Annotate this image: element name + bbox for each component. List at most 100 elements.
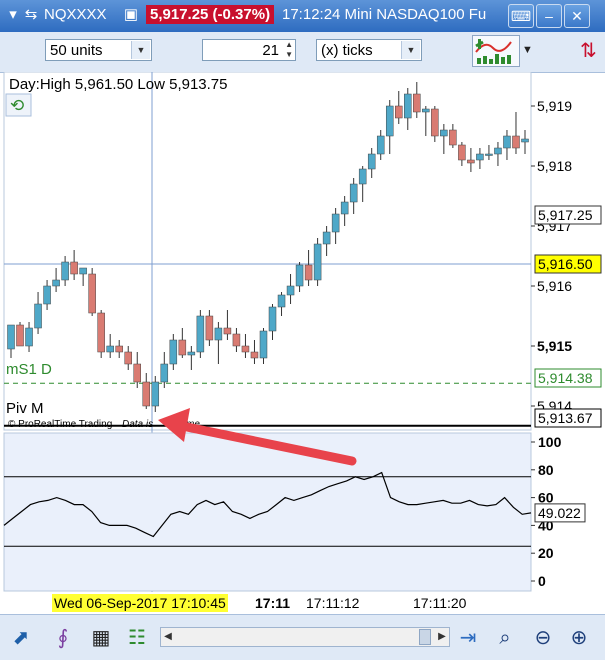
- units-select[interactable]: 50 units ▼: [45, 39, 152, 61]
- candle-body: [376, 135, 385, 155]
- price-tick-label: 5,919: [537, 98, 572, 114]
- candle-body: [521, 138, 529, 143]
- refresh-button[interactable]: ⟲: [5, 93, 32, 117]
- chart-tools-icon[interactable]: ⬈: [8, 625, 34, 651]
- candle-body: [88, 273, 96, 314]
- candle-body: [331, 213, 340, 233]
- chart-toolbar: 50 units ▼ 21 ▲ ▼ (x) ticks ▼ ▼ ⇅: [0, 32, 605, 73]
- candle-body: [223, 327, 232, 335]
- horizontal-scrollbar[interactable]: ◀ ▶: [160, 627, 450, 647]
- info-icon[interactable]: ▣: [122, 6, 140, 24]
- spinner-icon[interactable]: ▲ ▼: [285, 40, 293, 60]
- badge-ms1: 5,914.38: [534, 368, 602, 388]
- chart-header: Day:High 5,961.50 Low 5,913.75: [9, 76, 228, 93]
- time-tick: 17:11:12: [306, 595, 360, 611]
- oscillator-tick-label: 80: [538, 462, 554, 478]
- close-button[interactable]: ✕: [564, 4, 590, 28]
- candle-body: [178, 339, 187, 356]
- candle-body: [232, 333, 241, 347]
- keyboard-button[interactable]: ⌨: [508, 4, 534, 28]
- indicators-icon: [475, 39, 512, 64]
- candle-body: [349, 183, 358, 203]
- candle-body: [205, 315, 214, 341]
- price-panel[interactable]: [3, 72, 532, 431]
- candle-body: [277, 294, 286, 308]
- scroll-thumb[interactable]: [419, 629, 431, 645]
- ticks-count-field[interactable]: 21 ▲ ▼: [202, 39, 296, 61]
- scroll-right-icon[interactable]: ▶: [435, 628, 449, 646]
- candle-body: [187, 351, 196, 356]
- crosshair-price-badge: 5,917.25: [538, 207, 593, 223]
- time-cursor-label: Wed 06-Sep-2017 17:10:45: [52, 594, 228, 612]
- bottom-toolbar: ⬈ ∮ ▦ ☷ ◀ ▶ ⇥ ⌕ ⊖ ⊕: [0, 614, 605, 660]
- candle-body: [485, 153, 493, 156]
- price-tick-label: 5,918: [537, 158, 572, 174]
- scroll-left-icon[interactable]: ◀: [161, 628, 175, 646]
- chevron-down-icon[interactable]: ▼: [401, 41, 420, 59]
- candle-body: [512, 135, 520, 149]
- ticks-unit-value: (x) ticks: [321, 42, 373, 59]
- candle-body: [79, 267, 87, 275]
- time-axis[interactable]: Wed 06-Sep-2017 17:10:45 17:11 17:11:12 …: [0, 592, 605, 614]
- candle-body: [304, 264, 313, 281]
- candle-body: [52, 279, 60, 287]
- chevron-down-icon[interactable]: ▼: [131, 41, 150, 59]
- time-tick: 17:11:20: [413, 595, 467, 611]
- candle-body: [422, 108, 430, 113]
- time-tick: 17:11: [255, 595, 291, 611]
- compress-icon[interactable]: ⇥: [455, 625, 481, 651]
- candle-body: [340, 201, 349, 215]
- zoom-out-icon[interactable]: ⊖: [530, 625, 556, 651]
- drawing-tools-icon[interactable]: ∮: [50, 625, 76, 651]
- copyright-text: © ProRealTime Trading: [8, 419, 112, 430]
- candle-body: [476, 153, 484, 161]
- candle-body: [494, 147, 502, 155]
- dropdown-arrow-icon[interactable]: ▾: [4, 6, 22, 24]
- candle-body: [458, 144, 466, 161]
- candle-body: [385, 105, 394, 137]
- order-book-icon[interactable]: ☷: [124, 625, 150, 651]
- pin-icon[interactable]: ⇅: [580, 38, 597, 63]
- candle-body: [313, 243, 322, 281]
- candle-body: [395, 105, 403, 119]
- price-tick-label: 5,915: [537, 338, 572, 354]
- candle-body: [404, 93, 412, 119]
- candle-body: [259, 330, 268, 359]
- chevron-down-icon[interactable]: ▼: [522, 44, 533, 56]
- symbol-label[interactable]: NQXXXX: [44, 6, 107, 23]
- badge-current: 5,916.50: [534, 254, 602, 274]
- ticks-count-value: 21: [262, 42, 279, 59]
- candle-body: [440, 129, 448, 137]
- candle-body: [322, 231, 331, 245]
- candle-body: [295, 264, 304, 287]
- badge-osc: 49.022: [534, 503, 586, 523]
- current-price-badge: 5,916.50: [538, 256, 593, 272]
- price-change-badge: 5,917.25 (-0.37%): [146, 5, 275, 24]
- candle-body: [250, 351, 259, 359]
- minimize-button[interactable]: –: [536, 4, 562, 28]
- data-note-text: Data is: [122, 419, 153, 430]
- refresh-icon: ⟲: [10, 96, 24, 115]
- ticks-unit-select[interactable]: (x) ticks ▼: [316, 39, 422, 61]
- candle-body: [133, 363, 141, 383]
- zoom-fit-icon[interactable]: ⌕: [492, 625, 518, 651]
- piv-price-badge: 5,913.67: [538, 410, 593, 426]
- calculator-icon[interactable]: ▦: [88, 625, 114, 651]
- units-value: 50 units: [50, 42, 103, 59]
- oscillator-tick-label: 20: [538, 545, 554, 561]
- candle-body: [413, 93, 421, 113]
- candle-body: [367, 153, 376, 170]
- indicators-button[interactable]: [472, 35, 520, 67]
- candle-body: [214, 327, 223, 341]
- oscillator-tick-label: 0: [538, 573, 546, 589]
- zoom-in-icon[interactable]: ⊕: [566, 625, 592, 651]
- chart-area[interactable]: Day:High 5,961.50 Low 5,913.75 ⟲ mS1 D P…: [0, 72, 605, 592]
- candle-body: [61, 261, 69, 281]
- candle-body: [196, 315, 205, 353]
- candle-body: [70, 261, 78, 275]
- candle-body: [151, 381, 160, 407]
- badge-crosshair: 5,917.25: [534, 205, 602, 225]
- candle-body: [25, 327, 33, 347]
- candle-body: [124, 351, 132, 365]
- link-icon[interactable]: ⇆: [22, 6, 40, 24]
